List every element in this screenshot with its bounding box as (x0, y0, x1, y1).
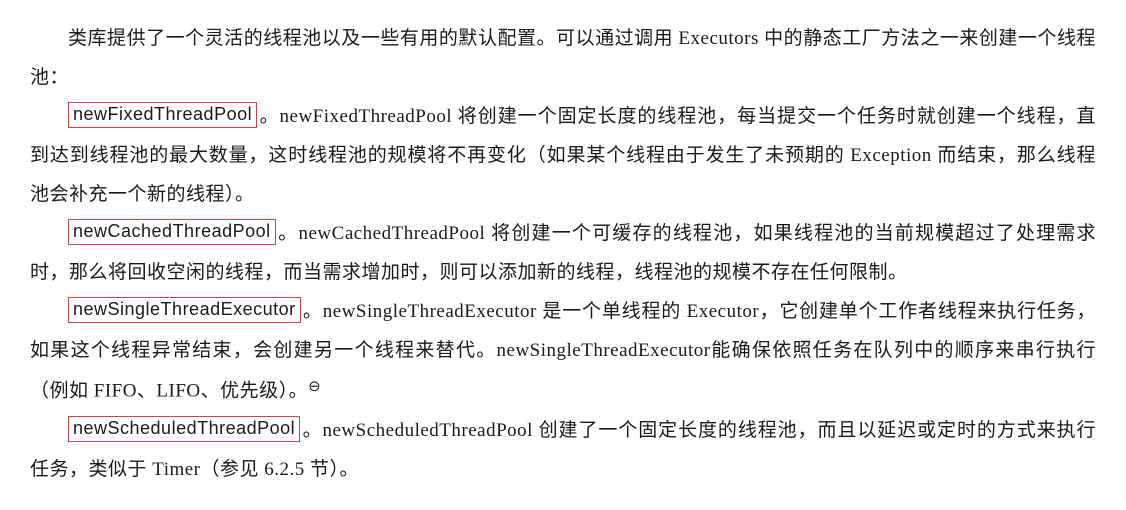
intro-text: 类库提供了一个灵活的线程池以及一些有用的默认配置。可以通过调用 Executor… (30, 28, 1096, 88)
term-highlight: newScheduledThreadPool (68, 416, 300, 442)
footnote-mark: ⊖ (308, 378, 321, 395)
item-paragraph: newSingleThreadExecutor。newSingleThreadE… (30, 293, 1096, 412)
term-highlight: newSingleThreadExecutor (68, 297, 301, 323)
intro-paragraph: 类库提供了一个灵活的线程池以及一些有用的默认配置。可以通过调用 Executor… (30, 20, 1096, 98)
term-highlight: newFixedThreadPool (68, 102, 257, 128)
item-paragraph: newScheduledThreadPool。newScheduledThrea… (30, 412, 1096, 490)
term-highlight: newCachedThreadPool (68, 219, 276, 245)
item-paragraph: newCachedThreadPool。newCachedThreadPool … (30, 215, 1096, 293)
item-paragraph: newFixedThreadPool。newFixedThreadPool 将创… (30, 98, 1096, 215)
